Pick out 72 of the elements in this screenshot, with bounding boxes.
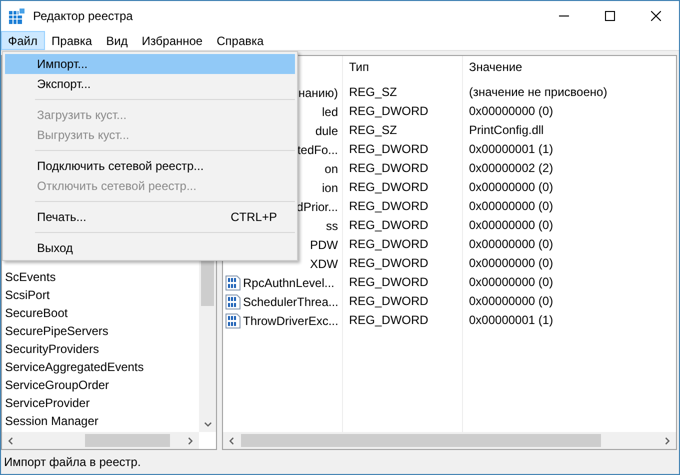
binary-value-icon [225,294,241,310]
window-title: Редактор реестра [33,8,133,25]
horizontal-scrollbar[interactable] [223,432,676,449]
table-cell[interactable]: XDW [310,254,342,272]
table-cell[interactable]: ion [322,178,342,196]
menu-item[interactable]: Выход [5,238,295,258]
table-cell-text: 0x00000000 (0) [468,103,554,120]
table-cell-text: REG_DWORD [348,179,430,196]
horizontal-scrollbar[interactable] [2,432,199,449]
table-cell-text: 0x00000000 (0) [468,274,554,291]
menu-bar-item[interactable]: Правка [44,31,100,50]
binary-value-icon [225,312,241,328]
menu-bar-item[interactable]: Файл [1,31,45,50]
table-cell-text: REG_SZ [348,84,398,101]
table-cell-text: REG_DWORD [348,217,430,234]
table-cell[interactable]: PDW [310,236,342,254]
table-cell[interactable]: ss [326,216,342,234]
close-icon [651,11,661,21]
menu-item[interactable]: Импорт... [5,54,295,74]
status-text: Импорт файла в реестр. [4,454,141,471]
table-cell-text: 0x00000000 (0) [468,179,554,196]
menu-bar-item[interactable]: Вид [99,31,135,50]
table-cell-text: 0x00000001 (1) [468,141,554,158]
tree-item[interactable]: ServiceAggregatedEvents [5,358,199,376]
menu-item[interactable]: Печать... CTRL+P [5,207,295,227]
table-cell-text: (значение не присвоено) [468,84,608,101]
registry-editor-icon [9,8,25,24]
tree-item[interactable]: SecurePipeServers [5,322,199,340]
column-header[interactable]: Тип [343,56,462,78]
table-cell-text: 0x00000000 (0) [468,293,554,310]
table-cell-text: REG_DWORD [348,236,430,253]
table-cell[interactable]: on [324,160,342,178]
menu-item[interactable]: Подключить сетевой реестр... [5,156,295,176]
table-cell-text: 0x00000000 (0) [468,217,554,234]
table-cell-text: REG_DWORD [348,198,430,215]
table-cell-text: 0x00000000 (0) [468,198,554,215]
maximize-icon [605,11,615,21]
table-cell-text: REG_DWORD [348,274,430,291]
tree-item[interactable]: Session Manager [5,412,199,430]
menu-item[interactable]: Экспорт... [5,74,295,94]
table-cell[interactable]: RpcAuthnLevel... [243,274,334,292]
table-cell-text: REG_DWORD [348,141,430,158]
menu-bar-item[interactable]: Избранное [134,31,210,50]
menu-bar-item[interactable]: Справка [210,31,271,50]
table-cell-text: PrintConfig.dll [468,122,545,139]
scrollbar-thumb[interactable] [241,434,601,447]
column-header[interactable]: Значение [463,56,676,78]
table-cell-text: 0x00000002 (2) [468,160,554,177]
table-cell-text: REG_DWORD [348,293,430,310]
tree-item[interactable]: SecureBoot [5,304,199,322]
table-cell-text: REG_DWORD [348,312,430,329]
table-cell[interactable]: tedFo... [297,140,342,158]
table-cell[interactable]: SchedulerThrea... [243,292,338,310]
table-cell-text: 0x00000001 (1) [468,312,554,329]
table-cell-text: 0x00000000 (0) [468,255,554,272]
tree-item[interactable]: ServiceProvider [5,394,199,412]
scrollbar-thumb[interactable] [85,434,170,447]
tree-item[interactable]: SecurityProviders [5,340,199,358]
tree-item[interactable]: ScsiPort [5,286,199,304]
table-cell[interactable]: dule [315,122,342,140]
table-cell[interactable]: нанию) [298,84,342,102]
table-cell-text: REG_DWORD [348,103,430,120]
table-cell[interactable]: led [322,102,342,120]
tree-item[interactable]: ServiceGroupOrder [5,376,199,394]
table-cell[interactable]: ThrowDriverExc... [243,312,338,330]
tree-item[interactable]: ScEvents [5,268,199,286]
table-cell-text: REG_SZ [348,122,398,139]
binary-value-icon [225,274,241,290]
table-cell-text: REG_DWORD [348,255,430,272]
table-cell-text: REG_DWORD [348,160,430,177]
table-cell-text: 0x00000000 (0) [468,236,554,253]
table-cell[interactable]: dPrior... [296,198,342,216]
